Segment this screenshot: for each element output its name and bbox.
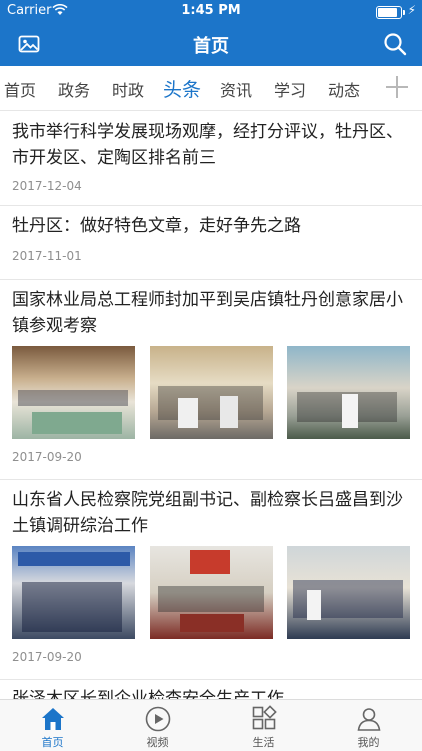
- news-item[interactable]: 张泽木区长到企业检查安全生产工作: [0, 680, 422, 700]
- page-title: 首页: [193, 36, 229, 57]
- news-feed: 我市举行科学发展现场观摩，经打分评议，牡丹区、市开发区、定陶区排名前三 2017…: [0, 111, 422, 700]
- news-photo: [12, 546, 135, 639]
- status-bar: Carrier 1:45 PM ⚡: [0, 0, 422, 22]
- tabbar-life[interactable]: 生活: [211, 700, 316, 751]
- news-item[interactable]: 牡丹区：做好特色文章，走好争先之路 2017-11-01: [0, 206, 422, 280]
- bottom-tab-bar: 首页 视频 生活 我的: [0, 699, 422, 751]
- play-icon: [145, 706, 171, 732]
- user-icon: [357, 708, 381, 731]
- tab-news[interactable]: 资讯: [220, 77, 252, 101]
- tabbar-video[interactable]: 视频: [105, 700, 210, 751]
- tabbar-label: 我的: [357, 736, 380, 749]
- tabbar-label: 首页: [41, 736, 64, 749]
- news-date: 2017-09-20: [12, 650, 82, 664]
- charging-icon: ⚡: [407, 3, 416, 17]
- tabbar-label: 视频: [146, 736, 169, 749]
- tabbar-home[interactable]: 首页: [0, 700, 105, 751]
- battery-icon: [376, 6, 405, 19]
- add-tab-icon[interactable]: [384, 74, 410, 100]
- news-date: 2017-09-20: [12, 450, 82, 464]
- category-tabs: 首页 政务 时政 头条 资讯 学习 动态: [0, 66, 422, 111]
- news-photo: [287, 546, 410, 639]
- tab-home[interactable]: 首页: [4, 77, 36, 101]
- news-photo: [149, 346, 273, 439]
- tab-headlines[interactable]: 头条: [163, 75, 201, 102]
- tabbar-me[interactable]: 我的: [316, 700, 421, 751]
- grid-icon: [252, 705, 277, 730]
- tab-study[interactable]: 学习: [274, 77, 306, 101]
- home-icon: [42, 708, 64, 730]
- news-headline: 牡丹区：做好特色文章，走好争先之路: [12, 216, 301, 236]
- news-headline: 山东省人民检察院党组副书记、副检察长吕盛昌到沙土镇调研综治工作: [12, 490, 403, 536]
- tab-politics[interactable]: 时政: [112, 77, 144, 101]
- news-item[interactable]: 国家林业局总工程师封加平到吴店镇牡丹创意家居小镇参观考察 2017-09-20: [0, 280, 422, 480]
- news-photo: [12, 346, 135, 439]
- tab-government[interactable]: 政务: [58, 77, 90, 101]
- news-date: 2017-12-04: [12, 179, 82, 193]
- nav-bar: 首页: [0, 22, 422, 66]
- search-icon[interactable]: [382, 31, 408, 57]
- news-item[interactable]: 山东省人民检察院党组副书记、副检察长吕盛昌到沙土镇调研综治工作 2017-09-…: [0, 480, 422, 680]
- news-date: 2017-11-01: [12, 249, 82, 263]
- status-time: 1:45 PM: [181, 3, 241, 18]
- news-photo: [149, 546, 273, 639]
- news-photo: [287, 346, 410, 439]
- tabbar-label: 生活: [252, 736, 275, 749]
- news-item[interactable]: 我市举行科学发展现场观摩，经打分评议，牡丹区、市开发区、定陶区排名前三 2017…: [0, 111, 422, 206]
- tab-updates[interactable]: 动态: [328, 77, 360, 101]
- news-headline: 我市举行科学发展现场观摩，经打分评议，牡丹区、市开发区、定陶区排名前三: [12, 122, 403, 168]
- news-headline: 国家林业局总工程师封加平到吴店镇牡丹创意家居小镇参观考察: [12, 290, 403, 336]
- news-headline: 张泽木区长到企业检查安全生产工作: [12, 689, 284, 700]
